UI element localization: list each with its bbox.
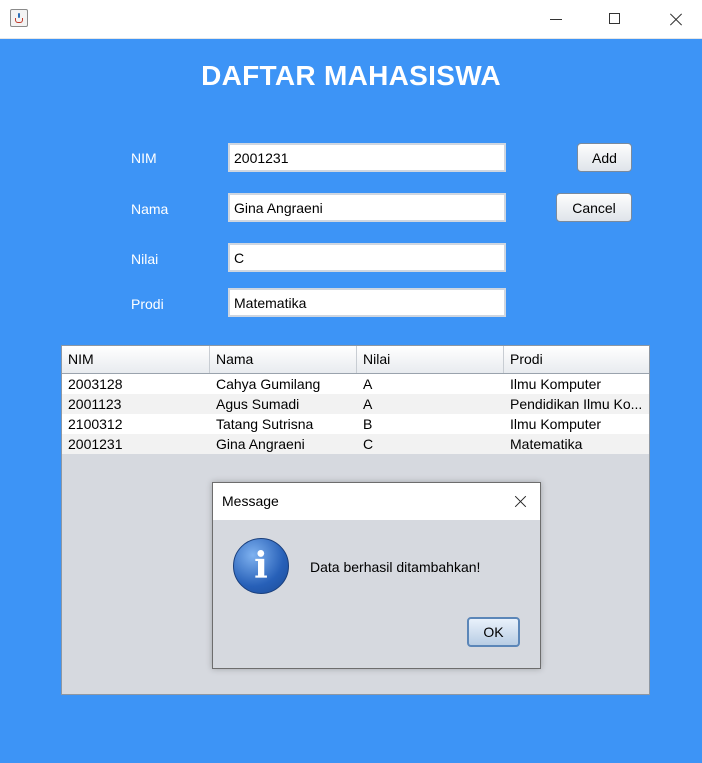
message-dialog: Message i Data berhasil ditambahkan! OK [212, 482, 541, 669]
table-cell: Cahya Gumilang [216, 376, 321, 392]
nim-field[interactable] [228, 143, 506, 172]
table-cell: A [363, 396, 373, 412]
column-header-prodi[interactable]: Prodi [504, 346, 649, 373]
java-cup [15, 18, 23, 23]
ok-button[interactable]: OK [467, 617, 520, 647]
page-title: DAFTAR MAHASISWA [201, 60, 501, 91]
prodi-label: Prodi [131, 296, 164, 312]
table-header: NIM Nama Nilai Prodi [62, 346, 649, 374]
dialog-title: Message [222, 493, 279, 509]
info-icon: i [233, 538, 289, 594]
nilai-label: Nilai [131, 251, 159, 267]
table-cell: Matematika [510, 436, 583, 452]
close-icon[interactable] [500, 483, 540, 520]
table-cell: Gina Angraeni [216, 436, 305, 452]
nama-label: Nama [131, 201, 169, 217]
column-header-nim[interactable]: NIM [62, 346, 210, 373]
dialog-message: Data berhasil ditambahkan! [310, 559, 481, 575]
add-button[interactable]: Add [577, 143, 632, 172]
table-cell: A [363, 376, 373, 392]
table-cell: 2001231 [68, 436, 123, 452]
table-cell: B [363, 416, 373, 432]
table-row[interactable]: 2003128 Cahya Gumilang A Ilmu Komputer [62, 374, 649, 394]
table-cell: 2003128 [68, 376, 123, 392]
table-cell: Tatang Sutrisna [216, 416, 314, 432]
maximize-icon[interactable] [592, 0, 638, 38]
prodi-field[interactable] [228, 288, 506, 317]
table-cell: Ilmu Komputer [510, 376, 602, 392]
dialog-titlebar: Message [213, 483, 540, 520]
info-glyph: i [254, 545, 268, 587]
nama-field[interactable] [228, 193, 506, 222]
java-icon [10, 9, 28, 27]
column-header-nilai[interactable]: Nilai [357, 346, 504, 373]
table-cell: C [363, 436, 374, 452]
table-cell: 2100312 [68, 416, 123, 432]
table-cell: Pendidikan Ilmu Ko... [510, 396, 643, 412]
table-cell: 2001123 [68, 396, 122, 412]
table-row[interactable]: 2100312 Tatang Sutrisna B Ilmu Komputer [62, 414, 649, 434]
column-header-nama[interactable]: Nama [210, 346, 357, 373]
table-row[interactable]: 2001231 Gina Angraeni C Matematika [62, 434, 649, 454]
cancel-button[interactable]: Cancel [556, 193, 632, 222]
nilai-field[interactable] [228, 243, 506, 272]
window-titlebar [0, 0, 702, 39]
close-icon[interactable] [652, 0, 698, 38]
minimize-icon[interactable] [532, 0, 578, 38]
table-row[interactable]: 2001123 Agus Sumadi A Pendidikan Ilmu Ko… [62, 394, 649, 414]
table-cell: Ilmu Komputer [510, 416, 602, 432]
nim-label: NIM [131, 150, 157, 166]
table-cell: Agus Sumadi [216, 396, 300, 412]
